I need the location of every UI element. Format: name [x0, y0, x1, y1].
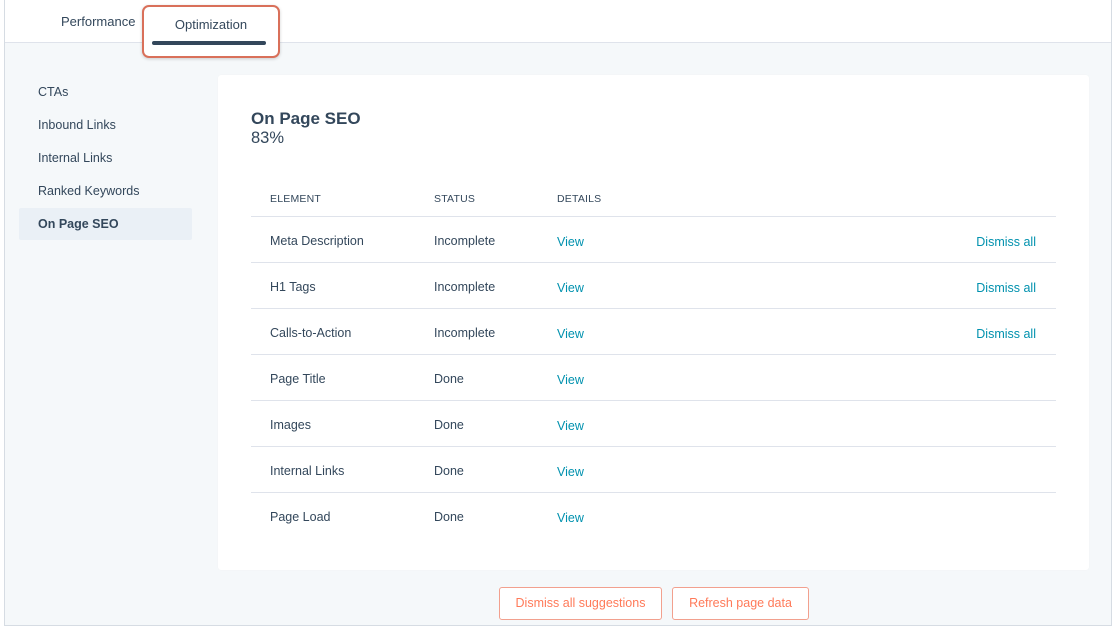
dismiss-all-link[interactable]: Dismiss all: [976, 281, 1036, 295]
row-status: Done: [434, 464, 464, 478]
sidebar: CTAs Inbound Links Internal Links Ranked…: [19, 76, 192, 241]
tab-performance[interactable]: Performance: [61, 0, 135, 43]
row-status: Incomplete: [434, 280, 496, 294]
table-row: Page Load Done View: [251, 493, 1056, 539]
tab-optimization[interactable]: Optimization: [142, 5, 280, 58]
sidebar-item-ranked-keywords[interactable]: Ranked Keywords: [19, 175, 192, 207]
row-element: Meta Description: [270, 234, 364, 248]
app-frame: Performance Optimization CTAs Inbound Li…: [4, 0, 1112, 626]
dismiss-all-link[interactable]: Dismiss all: [976, 235, 1036, 249]
sidebar-item-on-page-seo[interactable]: On Page SEO: [19, 208, 192, 240]
view-link[interactable]: View: [557, 511, 584, 525]
refresh-page-data-button[interactable]: Refresh page data: [672, 587, 809, 620]
card-title: On Page SEO: [251, 109, 361, 128]
row-status: Done: [434, 510, 464, 524]
row-status: Done: [434, 418, 464, 432]
column-header-element: ELEMENT: [270, 193, 321, 205]
view-link[interactable]: View: [557, 281, 584, 295]
view-link[interactable]: View: [557, 465, 584, 479]
table-row: Images Done View: [251, 401, 1056, 447]
seo-card: On Page SEO 83% ELEMENT STATUS DETAILS M…: [218, 75, 1089, 570]
view-link[interactable]: View: [557, 419, 584, 433]
tab-bar: Performance Optimization: [5, 0, 1111, 58]
row-element: H1 Tags: [270, 280, 316, 294]
table-row: Internal Links Done View: [251, 447, 1056, 493]
column-header-status: STATUS: [434, 193, 476, 205]
row-status: Done: [434, 372, 464, 386]
view-link[interactable]: View: [557, 235, 584, 249]
row-status: Incomplete: [434, 234, 496, 248]
view-link[interactable]: View: [557, 373, 584, 387]
active-tab-indicator: [152, 41, 266, 45]
sidebar-item-ctas[interactable]: CTAs: [19, 76, 192, 108]
tab-optimization-label: Optimization: [174, 17, 248, 32]
row-element: Images: [270, 418, 311, 432]
dismiss-all-suggestions-button[interactable]: Dismiss all suggestions: [499, 587, 662, 620]
row-status: Incomplete: [434, 326, 496, 340]
seo-score: 83%: [251, 129, 285, 147]
table-row: Page Title Done View: [251, 355, 1056, 401]
table-header: ELEMENT STATUS DETAILS: [251, 180, 1056, 217]
row-element: Internal Links: [270, 464, 345, 478]
table-row: H1 Tags Incomplete View Dismiss all: [251, 263, 1056, 309]
row-element: Calls-to-Action: [270, 326, 352, 340]
table-row: Meta Description Incomplete View Dismiss…: [251, 217, 1056, 263]
seo-table: ELEMENT STATUS DETAILS Meta Description …: [251, 180, 1056, 539]
column-header-details: DETAILS: [557, 193, 602, 205]
row-element: Page Title: [270, 372, 326, 386]
row-element: Page Load: [270, 510, 331, 524]
sidebar-item-inbound-links[interactable]: Inbound Links: [19, 109, 192, 141]
table-row: Calls-to-Action Incomplete View Dismiss …: [251, 309, 1056, 355]
sidebar-item-internal-links[interactable]: Internal Links: [19, 142, 192, 174]
view-link[interactable]: View: [557, 327, 584, 341]
dismiss-all-link[interactable]: Dismiss all: [976, 327, 1036, 341]
